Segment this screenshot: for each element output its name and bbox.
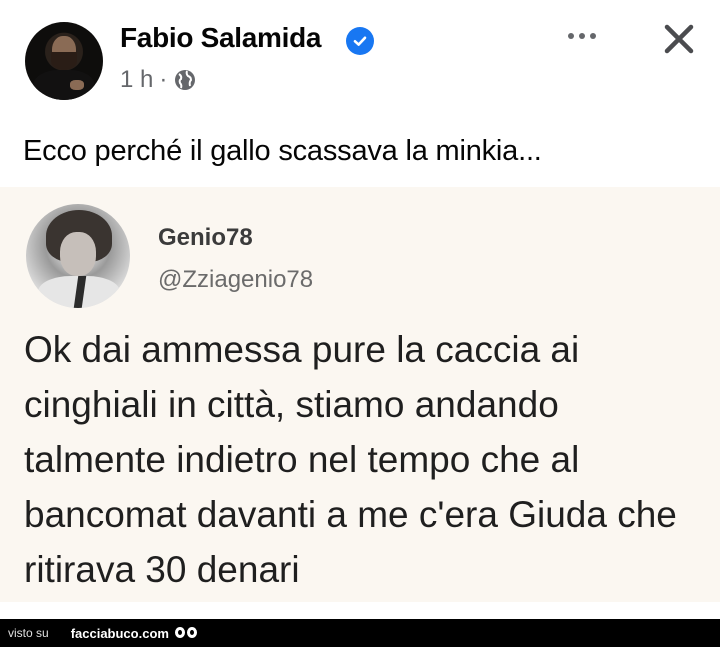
post-time[interactable]: 1 h <box>120 66 153 94</box>
watermark-prefix: visto su <box>8 626 49 640</box>
tweet-screenshot[interactable]: Genio78 @Zziagenio78 Ok dai ammessa pure… <box>0 187 720 602</box>
public-globe-icon <box>175 70 196 90</box>
post-header: Fabio Salamida 1 h · <box>0 0 720 110</box>
post-text: Ecco perché il gallo scassava la minkia.… <box>23 135 542 167</box>
close-icon[interactable] <box>662 22 696 56</box>
tweet-author-handle: @Zziagenio78 <box>158 266 314 293</box>
tweet-author-name: Genio78 <box>158 224 253 251</box>
verified-badge-icon <box>346 27 374 55</box>
post-meta: 1 h · <box>120 66 197 94</box>
watermark-site: facciabuco.com <box>70 625 169 641</box>
meta-separator: · <box>159 66 168 93</box>
tweet-author-avatar <box>26 204 130 308</box>
author-name[interactable]: Fabio Salamida <box>120 22 322 54</box>
author-avatar[interactable] <box>25 22 103 100</box>
eyes-logo-icon <box>174 626 199 640</box>
more-options-icon[interactable] <box>568 30 604 42</box>
tweet-text: Ok dai ammessa pure la caccia ai cinghia… <box>24 329 677 590</box>
watermark-bar: visto su facciabuco.com <box>0 619 720 647</box>
